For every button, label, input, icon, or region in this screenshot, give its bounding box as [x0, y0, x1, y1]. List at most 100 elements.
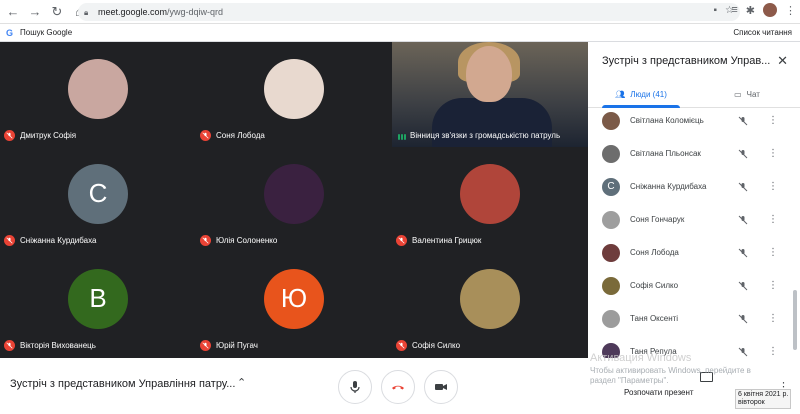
close-icon[interactable]: ✕ [777, 53, 788, 69]
clock-date: 6 квітня 2021 р. [738, 391, 789, 398]
participant-name: Софія Силко [412, 341, 461, 350]
presenter-video[interactable]: Вінниця зв'язки з громадськістю патруль [392, 42, 588, 147]
more-options-icon[interactable]: ⋮ [768, 280, 778, 291]
participant-tile[interactable]: Дмитрук Софія [0, 42, 196, 147]
more-options-icon[interactable]: ⋮ [768, 214, 778, 225]
participant-avatar: С [68, 163, 128, 224]
participant-name: Соня Лобода [216, 131, 265, 140]
clock-day: вівторок [738, 399, 765, 406]
tab-chat[interactable]: ▭ Чат [694, 82, 800, 107]
list-item[interactable]: Соня Лобода ⋮ [588, 236, 788, 269]
mic-off-icon [200, 340, 211, 351]
mic-off-icon [738, 281, 748, 290]
avatar [602, 210, 620, 229]
avatar [602, 309, 620, 328]
participant-name: Юлія Солоненко [216, 236, 278, 245]
panel-title: Зустріч з представником Управ... [602, 55, 771, 67]
list-item[interactable]: Таня Оксенті ⋮ [588, 302, 788, 335]
mic-off-icon [738, 116, 748, 125]
participant-tile[interactable]: С Сніжанна Курдибаха [0, 147, 196, 252]
participant-name: Сніжанна Курдибаха [20, 236, 97, 245]
person-name: Світлана Пльонсак [630, 149, 701, 158]
microphone-icon [350, 381, 360, 393]
list-item[interactable]: С Сніжанна Курдибаха ⋮ [588, 170, 788, 203]
extensions-icon[interactable]: ✱ [746, 4, 755, 17]
forward-icon[interactable]: → [26, 3, 44, 21]
participant-avatar: В [68, 268, 128, 329]
reading-list-icon[interactable]: ≡ [731, 4, 737, 16]
mic-off-icon [4, 235, 15, 246]
participant-avatar [460, 163, 520, 224]
browser-toolbar: ← → ↻ ⌂ 🔒︎ meet.google.com/ywg-dqiw-qrd … [0, 0, 800, 24]
participant-tile[interactable]: Юлія Солоненко [196, 147, 392, 252]
more-options-icon[interactable]: ⋮ [768, 247, 778, 258]
person-name: Соня Лобода [630, 248, 679, 257]
google-icon: G [6, 27, 14, 38]
mic-off-icon [396, 340, 407, 351]
present-button[interactable]: Розпочати презент [624, 388, 694, 397]
video-grid: Дмитрук Софія Соня Лобода Вінниця зв'язк… [0, 42, 588, 358]
more-options-icon[interactable]: ⋮ [768, 115, 778, 126]
lock-icon: 🔒︎ [84, 8, 89, 17]
list-item[interactable]: Соня Гончарук ⋮ [588, 203, 788, 236]
mic-off-icon [4, 340, 15, 351]
tab-people-label: Люди (41) [630, 90, 667, 99]
list-item[interactable]: Світлана Коломієць ⋮ [588, 110, 788, 137]
list-item[interactable]: Світлана Пльонсак ⋮ [588, 137, 788, 170]
bookmarks-bar: G Пошук Google Список читання [0, 24, 800, 42]
participant-avatar [264, 58, 324, 119]
bookmark-google-search[interactable]: Пошук Google [20, 28, 72, 37]
taskbar-clock: 6 квітня 2021 р. вівторок [735, 389, 792, 409]
mic-off-icon [738, 248, 748, 257]
hang-up-icon [392, 385, 404, 390]
chevron-up-icon[interactable]: ⌃ [237, 376, 246, 389]
more-options-icon[interactable]: ⋮ [768, 148, 778, 159]
audio-level-icon [398, 134, 406, 140]
avatar [602, 243, 620, 262]
participant-avatar [460, 268, 520, 329]
mic-off-icon [738, 314, 748, 323]
list-item[interactable]: Софія Силко ⋮ [588, 269, 788, 302]
participant-tile[interactable]: Ю Юрій Пугач [196, 252, 392, 357]
windows-activation-watermark: Активация Windows Чтобы активировать Win… [590, 352, 770, 386]
leave-call-button[interactable] [381, 370, 415, 404]
avatar [602, 111, 620, 130]
mic-off-icon [200, 130, 211, 141]
participant-avatar [68, 58, 128, 119]
person-name: Софія Силко [630, 281, 679, 290]
microphone-button[interactable] [338, 370, 372, 404]
address-bar[interactable]: 🔒︎ meet.google.com/ywg-dqiw-qrd ▪ ☆ [78, 3, 740, 21]
video-person-face [466, 46, 512, 102]
reading-list-link[interactable]: Список читання [733, 28, 792, 37]
participant-tile[interactable]: Соня Лобода [196, 42, 392, 147]
participant-tile[interactable]: В Вікторія Вихованець [0, 252, 196, 357]
participant-tile[interactable]: Валентина Грицюк [392, 147, 588, 252]
participant-name: Вікторія Вихованець [20, 341, 96, 350]
reload-icon[interactable]: ↻ [48, 3, 66, 21]
url-text: meet.google.com/ywg-dqiw-qrd [98, 7, 223, 17]
participant-tile[interactable]: Софія Силко [392, 252, 588, 357]
participant-name: Юрій Пугач [216, 341, 258, 350]
tab-chat-label: Чат [746, 90, 760, 99]
more-options-icon[interactable]: ⋮ [768, 181, 778, 192]
person-name: Сніжанна Курдибаха [630, 182, 707, 191]
person-name: Соня Гончарук [630, 215, 685, 224]
panel-scrollbar[interactable] [793, 290, 797, 350]
menu-icon[interactable]: ⋮ [785, 4, 796, 17]
participant-avatar [264, 163, 324, 224]
avatar: С [602, 177, 620, 196]
meeting-title[interactable]: Зустріч з представником Управління патру… [10, 378, 240, 390]
camera-button[interactable] [424, 370, 458, 404]
camera-indicator-icon[interactable]: ▪ [713, 5, 717, 16]
profile-avatar[interactable] [763, 3, 777, 17]
person-name: Світлана Коломієць [630, 116, 704, 125]
people-list: Світлана Коломієць ⋮ Світлана Пльонсак ⋮… [588, 110, 788, 360]
avatar [602, 144, 620, 163]
more-options-icon[interactable]: ⋮ [768, 313, 778, 324]
mic-off-icon [738, 215, 748, 224]
tab-people[interactable]: 👥︎ Люди (41) [588, 82, 694, 108]
back-icon[interactable]: ← [4, 3, 22, 21]
chat-icon: ▭ [734, 90, 742, 99]
presenter-name: Вінниця зв'язки з громадськістю патруль [410, 131, 561, 140]
participant-name: Дмитрук Софія [20, 131, 77, 140]
